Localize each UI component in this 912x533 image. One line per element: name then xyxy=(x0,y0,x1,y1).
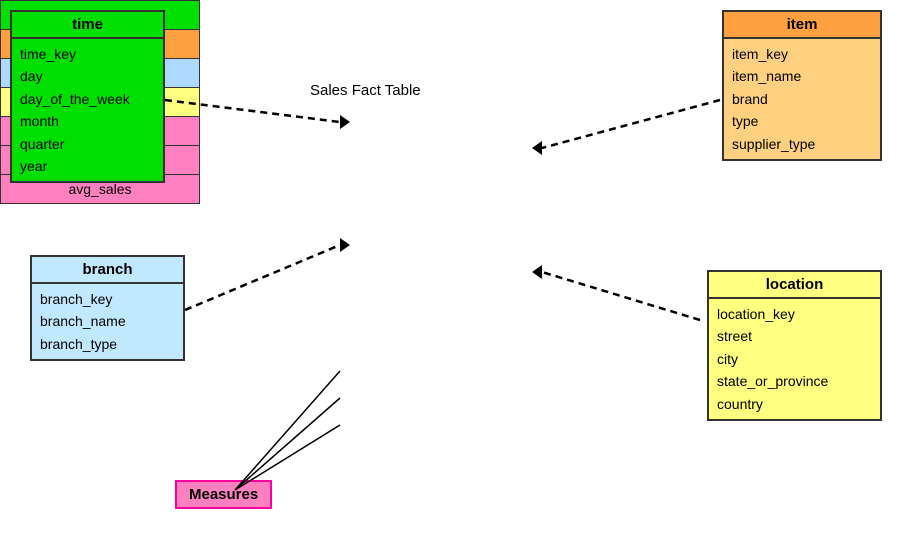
item-table: item item_key item_name brand type suppl… xyxy=(722,10,882,161)
measures-box: Measures xyxy=(175,480,272,509)
sales-fact-label: Sales Fact Table xyxy=(310,82,421,99)
time-table-header: time xyxy=(12,12,163,39)
branch-field-2: branch_name xyxy=(40,310,175,332)
time-field-6: year xyxy=(20,155,155,177)
location-table-fields: location_key street city state_or_provin… xyxy=(709,299,880,419)
item-field-3: brand xyxy=(732,88,872,110)
branch-table: branch branch_key branch_name branch_typ… xyxy=(30,255,185,361)
location-table: location location_key street city state_… xyxy=(707,270,882,421)
location-field-4: state_or_province xyxy=(717,370,872,392)
time-field-1: time_key xyxy=(20,43,155,65)
location-field-2: street xyxy=(717,325,872,347)
location-field-1: location_key xyxy=(717,303,872,325)
branch-table-fields: branch_key branch_name branch_type xyxy=(32,284,183,359)
item-table-header: item xyxy=(724,12,880,39)
time-table: time time_key day day_of_the_week month … xyxy=(10,10,165,183)
time-table-fields: time_key day day_of_the_week month quart… xyxy=(12,39,163,181)
location-field-3: city xyxy=(717,348,872,370)
time-field-4: month xyxy=(20,110,155,132)
branch-field-1: branch_key xyxy=(40,288,175,310)
item-field-4: type xyxy=(732,110,872,132)
item-field-2: item_name xyxy=(732,65,872,87)
location-table-header: location xyxy=(709,272,880,299)
time-field-3: day_of_the_week xyxy=(20,88,155,110)
time-field-5: quarter xyxy=(20,133,155,155)
branch-table-header: branch xyxy=(32,257,183,284)
branch-field-3: branch_type xyxy=(40,333,175,355)
item-field-5: supplier_type xyxy=(732,133,872,155)
item-field-1: item_key xyxy=(732,43,872,65)
location-field-5: country xyxy=(717,393,872,415)
item-table-fields: item_key item_name brand type supplier_t… xyxy=(724,39,880,159)
time-field-2: day xyxy=(20,65,155,87)
